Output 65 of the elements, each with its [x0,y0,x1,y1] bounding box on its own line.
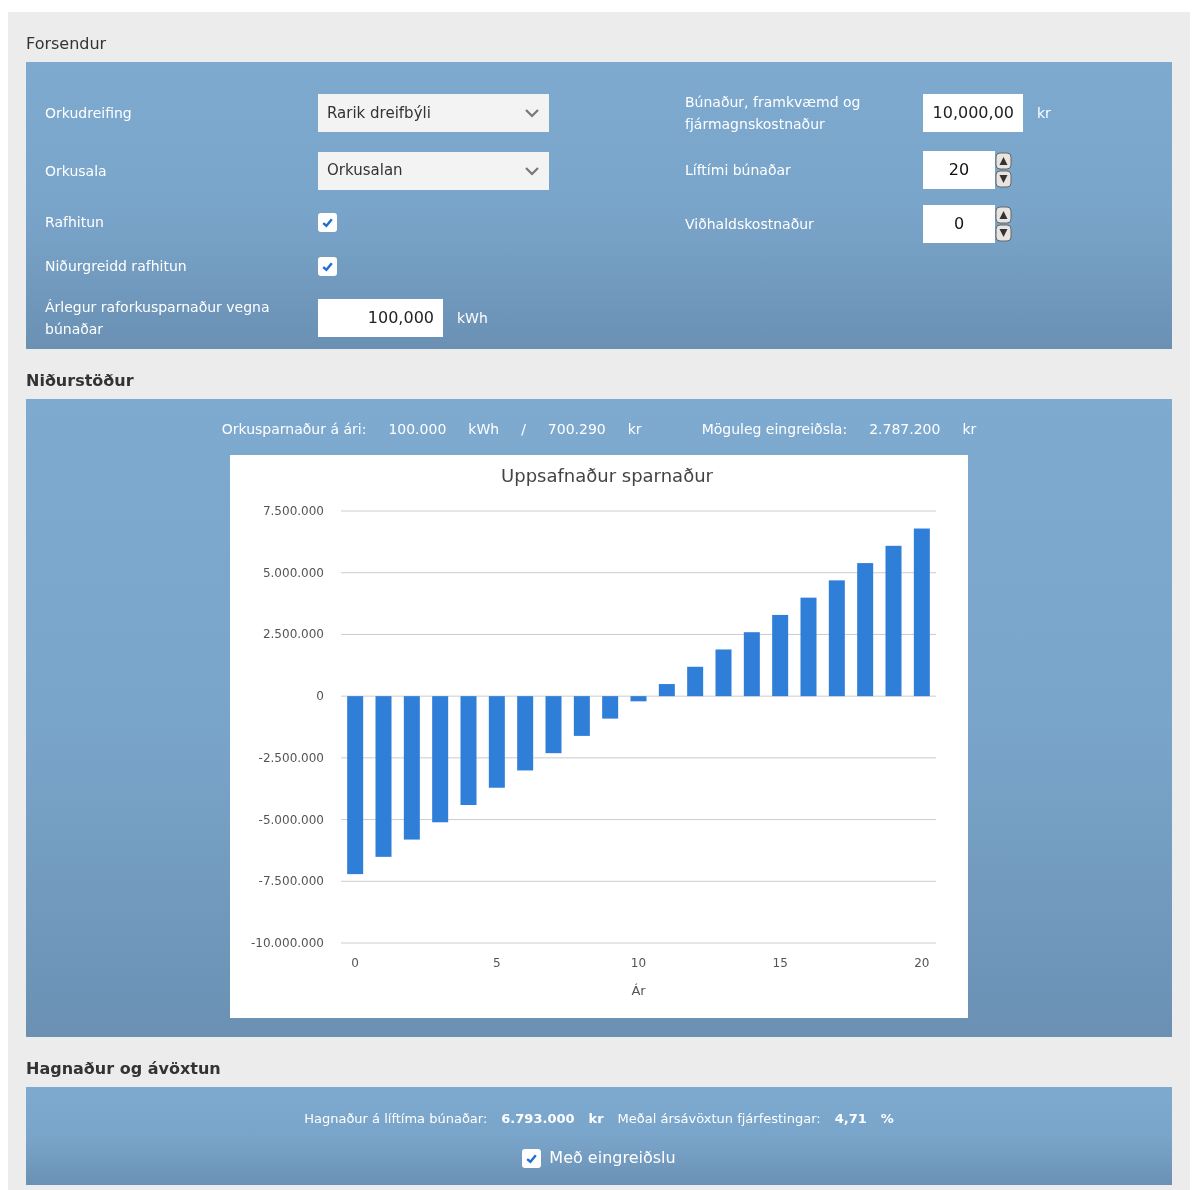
axis-label: -2.500.000 [258,750,324,765]
field-label: Niðurgreidd rafhitun [45,257,188,276]
chart-title: Uppsafnaður sparnaður [501,465,713,486]
bar [545,696,562,754]
axis-title: Ár [631,983,646,998]
axis-label: 15 [772,956,788,970]
bar [715,649,732,697]
field-label: Líftími búnaðar [685,161,792,180]
chevron-down-icon [524,108,540,118]
axis-label: 10 [630,956,647,970]
summary-text: kr [627,419,642,439]
section-title: Hagnaður og ávöxtun [26,1058,222,1080]
summary-text: Möguleg eingreiðsla: [701,419,848,439]
bar [573,696,590,736]
axis-label: 7.500.000 [262,504,324,518]
field-label: Orkusala [45,161,108,181]
field-label: Árlegur raforkusparnaður vegna búnaðar [45,298,271,339]
axis-label: 20 [914,956,930,970]
axis-label: -7.500.000 [258,874,324,889]
axis-label: 0 [351,956,359,970]
checkbox-label: Með eingreiðslu [549,1147,676,1169]
spinner-arrows-icon[interactable] [995,152,1012,188]
summary-text: 2.787.200 [869,419,941,439]
summary-text: Meðal ársávöxtun fjárfestingar: [617,1110,821,1129]
field-label: Búnaður, framkvæmd og fjármagnskostnaður [685,93,862,134]
bar [630,696,647,702]
summary-text: kWh [468,419,500,439]
summary-text: % [880,1110,894,1129]
bar [743,632,760,697]
dropdown[interactable]: Rarik dreifbýli [318,94,549,132]
input-field[interactable]: 100,000 [318,299,443,337]
summary-text: Orkusparnaður á ári: [221,419,367,439]
field-label: Viðhaldskostnaður [685,215,815,234]
bar [687,666,704,697]
axis-label: -5.000.000 [258,812,324,827]
checkbox[interactable] [318,212,337,232]
bar [658,684,675,697]
spinner-arrows-icon[interactable] [995,206,1012,242]
summary-text: 6.793.000 [501,1110,575,1129]
axis-label: -10.000.000 [250,936,324,950]
summary-text: kr [588,1110,604,1129]
dropdown[interactable]: Orkusalan [318,151,549,190]
checkbox[interactable] [522,1148,542,1168]
input-field[interactable]: 10,000,00 [923,94,1023,132]
axis-label: 2.500.000 [262,627,324,642]
axis-label: 0 [316,689,324,704]
summary-text: kr [962,419,977,439]
section-title: Niðurstöður [26,370,135,392]
chevron-down-icon [524,165,540,176]
section-title: Forsendur [26,33,108,55]
summary-text: Hagnaður á líftíma búnaðar: [304,1110,488,1129]
summary-text: / [521,419,526,439]
unit-label: kr [1037,103,1051,123]
input-field[interactable]: 0 [923,205,995,243]
checkbox[interactable] [318,256,337,276]
axis-label: 5.000.000 [262,565,324,580]
summary-text: 4,71 [834,1110,867,1129]
field-label: Rafhitun [45,213,105,232]
input-field[interactable]: 20 [923,151,995,189]
axis-label: 5 [493,956,501,970]
field-label: Orkudreifing [45,104,133,123]
bar [602,696,619,719]
unit-label: kWh [457,308,488,328]
summary-text: 700.290 [547,419,606,439]
summary-text: 100.000 [388,419,447,439]
